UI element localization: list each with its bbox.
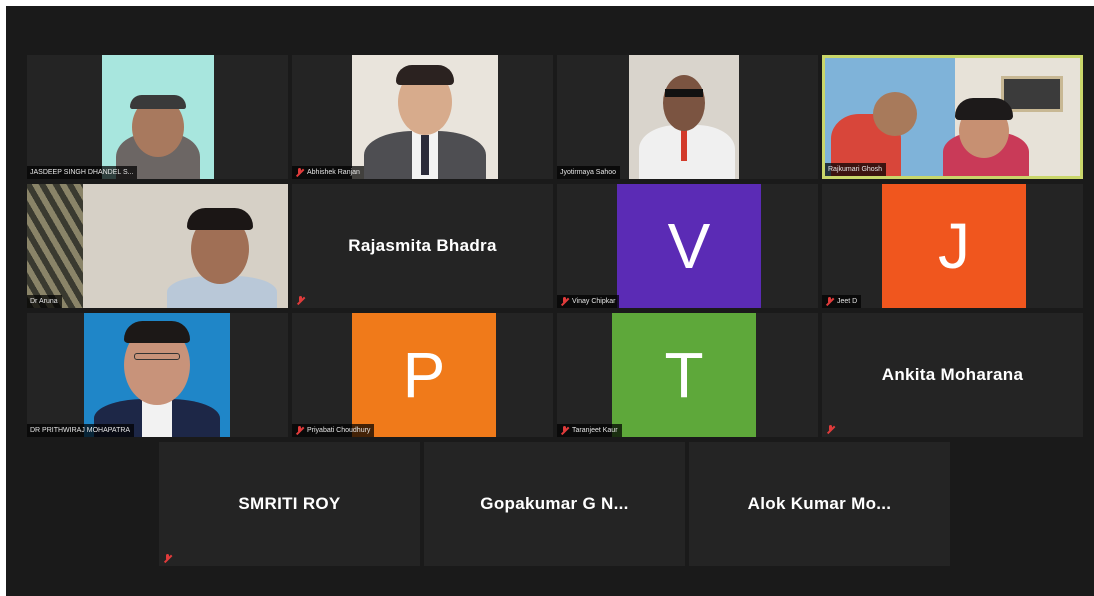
muted-mic-icon (560, 426, 569, 435)
participant-tile-rajkumari[interactable]: Rajkumari Ghosh (822, 55, 1083, 179)
participant-avatar: J (882, 184, 1026, 308)
participant-display-name: Alok Kumar Mo... (747, 494, 892, 513)
participant-tile-jasdeep[interactable]: JASDEEP SINGH DHANDEL S... (27, 55, 288, 179)
muted-mic-icon (296, 296, 305, 305)
muted-mic-icon (560, 297, 569, 306)
participant-tile-abhishek[interactable]: Abhishek Ranjan (292, 55, 553, 179)
participant-video (84, 313, 230, 437)
participant-video (27, 184, 288, 308)
participant-tile-smriti[interactable]: SMRITI ROY (159, 442, 420, 566)
participant-tile-rajasmita[interactable]: Rajasmita Bhadra (292, 184, 553, 308)
participant-avatar: V (617, 184, 761, 308)
participant-name-tag: Dr Aruna (27, 295, 62, 308)
muted-mic-icon (826, 425, 835, 434)
participant-tile-taranjeet[interactable]: T Taranjeet Kaur (557, 313, 818, 437)
muted-mic-icon (163, 554, 172, 563)
participant-tile-priyabati[interactable]: P Priyabati Choudhury (292, 313, 553, 437)
participant-avatar: P (352, 313, 496, 437)
participant-tile-jyotirmaya[interactable]: Jyotirmaya Sahoo (557, 55, 818, 179)
participant-display-name: Rajasmita Bhadra (348, 236, 497, 255)
participant-video (629, 55, 739, 179)
participant-video (825, 58, 1080, 176)
participant-name-tag: DR PRITHWIRAJ MOHAPATRA (27, 424, 135, 437)
participant-avatar: T (612, 313, 756, 437)
muted-mic-icon (295, 168, 304, 177)
participant-name-tag: Priyabati Choudhury (292, 424, 375, 437)
participant-tile-vinay[interactable]: V Vinay Chipkar (557, 184, 818, 308)
participant-name-tag: JASDEEP SINGH DHANDEL S... (27, 166, 138, 179)
participant-tile-gopakumar[interactable]: Gopakumar G N... (424, 442, 685, 566)
participant-display-name: Gopakumar G N... (480, 494, 629, 513)
participant-tile-dr-aruna[interactable]: Dr Aruna (27, 184, 288, 308)
participant-video (352, 55, 498, 179)
participant-name-tag: Vinay Chipkar (557, 295, 620, 308)
participant-tile-ankita[interactable]: Ankita Moharana (822, 313, 1083, 437)
participant-name-tag: Jyotirmaya Sahoo (557, 166, 621, 179)
participant-name-tag: Jeet D (822, 295, 862, 308)
participant-name-tag: Rajkumari Ghosh (825, 163, 887, 176)
participant-tile-prithwiraj[interactable]: DR PRITHWIRAJ MOHAPATRA (27, 313, 288, 437)
participant-display-name: SMRITI ROY (238, 494, 341, 513)
participant-tile-jeet[interactable]: J Jeet D (822, 184, 1083, 308)
participant-video (102, 55, 214, 179)
participant-tile-alok[interactable]: Alok Kumar Mo... (689, 442, 950, 566)
participant-name-tag: Taranjeet Kaur (557, 424, 622, 437)
participant-display-name: Ankita Moharana (881, 365, 1024, 384)
muted-mic-icon (825, 297, 834, 306)
participant-name-tag: Abhishek Ranjan (292, 166, 364, 179)
muted-mic-icon (295, 426, 304, 435)
meeting-gallery-view: JASDEEP SINGH DHANDEL S... Abhishek Ranj… (6, 6, 1094, 596)
